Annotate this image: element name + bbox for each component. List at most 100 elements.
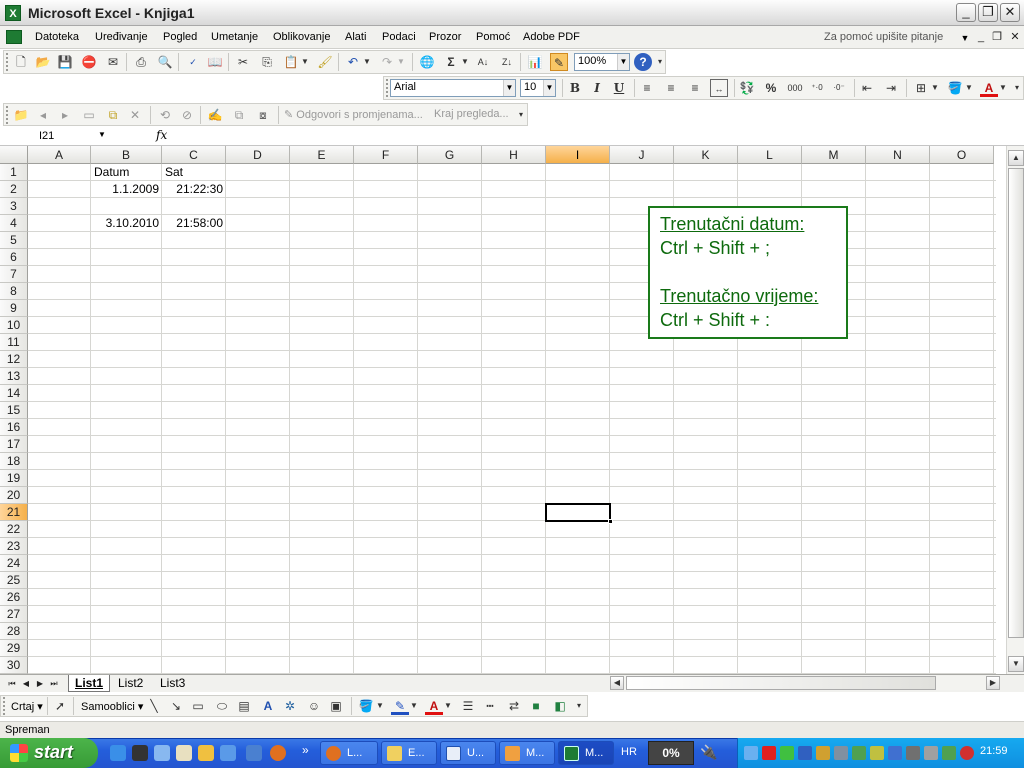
row-header-13[interactable]: 13 [0, 368, 28, 385]
shortcut-note-box[interactable]: Trenutačni datum: Ctrl + Shift + ; Trenu… [648, 206, 848, 339]
start-button[interactable]: start [0, 738, 98, 768]
previous-comment-icon[interactable]: ◂ [34, 106, 52, 124]
zoom-dropdown-icon[interactable]: ▼ [617, 54, 629, 70]
language-indicator[interactable]: HR [621, 746, 637, 758]
comma-style-button[interactable]: 000 [784, 79, 806, 97]
tray-icon-9[interactable] [906, 746, 920, 760]
undo-icon[interactable]: ↶ [344, 53, 362, 71]
column-header-j[interactable]: J [610, 146, 674, 164]
align-left-icon[interactable]: ≡ [638, 79, 656, 97]
cell-b2[interactable]: 1.1.2009 [91, 181, 162, 198]
menu-pomoc[interactable]: Pomoć [476, 31, 510, 43]
name-box-dropdown-icon[interactable]: ▼ [98, 130, 106, 139]
font-size-dropdown-icon[interactable]: ▼ [543, 80, 555, 96]
drawing-toggle-icon[interactable]: ✎ [550, 53, 568, 71]
column-header-c[interactable]: C [162, 146, 226, 164]
show-comment-icon[interactable]: ▭ [80, 106, 98, 124]
menu-umetanje[interactable]: Umetanje [211, 31, 258, 43]
help-question-input[interactable]: Za pomoć upišite pitanje [822, 29, 972, 47]
percent-style-button[interactable]: % [762, 79, 780, 97]
task-firefox[interactable]: L... [320, 741, 378, 765]
tray-icon-7[interactable] [870, 746, 884, 760]
diagram-icon[interactable]: ✲ [281, 697, 299, 715]
update-file-icon[interactable]: ⧉ [230, 106, 248, 124]
font-name-select[interactable]: Arial ▼ [390, 79, 516, 97]
shadow-style-icon[interactable]: ■ [527, 697, 545, 715]
draw-fill-arrow-icon[interactable]: ▼ [375, 697, 385, 715]
new-document-icon[interactable]: 🗋 [12, 53, 30, 71]
font-dropdown-icon[interactable]: ▼ [503, 80, 515, 96]
row-header-29[interactable]: 29 [0, 640, 28, 657]
bold-button[interactable]: B [566, 79, 584, 97]
print-icon[interactable]: ⎙ [132, 53, 150, 71]
increase-decimal-icon[interactable]: ⁺·0 [808, 79, 826, 97]
autosum-icon[interactable]: Σ [442, 53, 460, 71]
font-color-arrow-icon[interactable]: ▼ [998, 79, 1008, 97]
track-changes-icon[interactable]: ⟲ [156, 106, 174, 124]
row-header-18[interactable]: 18 [0, 453, 28, 470]
toolbar-options-icon[interactable]: ▾ [574, 697, 584, 715]
line-icon[interactable]: ╲ [145, 697, 163, 715]
help-icon[interactable]: ? [634, 53, 652, 71]
toolbar-grip[interactable] [6, 106, 9, 124]
clock-app-icon[interactable] [198, 745, 214, 761]
volume-icon[interactable] [924, 746, 938, 760]
column-header-m[interactable]: M [802, 146, 866, 164]
cell-b4[interactable]: 3.10.2010 [91, 215, 162, 232]
currency-icon[interactable]: 💱 [738, 79, 756, 97]
draw-font-color-arrow-icon[interactable]: ▼ [443, 697, 453, 715]
outlook-icon[interactable] [176, 745, 192, 761]
excel-app-icon[interactable]: X [5, 5, 21, 21]
taskbar-clock[interactable]: 21:59 [980, 745, 1008, 757]
menu-oblikovanje[interactable]: Oblikovanje [273, 31, 330, 43]
column-header-k[interactable]: K [674, 146, 738, 164]
column-header-o[interactable]: O [930, 146, 994, 164]
network-icon[interactable] [744, 746, 758, 760]
word-tray-icon[interactable] [816, 746, 830, 760]
redo-icon[interactable]: ↷ [378, 53, 396, 71]
tool-tray-icon[interactable] [834, 746, 848, 760]
task-explorer[interactable]: E... [381, 741, 437, 765]
wordart-icon[interactable]: A [259, 697, 277, 715]
last-sheet-icon[interactable]: ⏭ [48, 678, 60, 690]
help-dropdown-arrow-icon[interactable]: ▼ [958, 29, 972, 47]
minimize-button[interactable]: _ [956, 3, 976, 22]
scroll-down-icon[interactable]: ▼ [1008, 656, 1024, 672]
row-header-1[interactable]: 1 [0, 164, 28, 181]
row-header-10[interactable]: 10 [0, 317, 28, 334]
print-preview-icon[interactable]: 🔍 [156, 53, 174, 71]
row-header-22[interactable]: 22 [0, 521, 28, 538]
align-center-icon[interactable]: ≡ [662, 79, 680, 97]
horizontal-scroll-thumb[interactable] [626, 676, 936, 690]
cell-c1[interactable]: Sat [162, 164, 226, 181]
row-header-11[interactable]: 11 [0, 334, 28, 351]
sync-tray-icon[interactable] [852, 746, 866, 760]
next-comment-icon[interactable]: ▸ [56, 106, 74, 124]
menu-pogled[interactable]: Pogled [163, 31, 197, 43]
name-box[interactable]: I21 [2, 128, 110, 145]
workbook-close-button[interactable]: ✕ [1008, 30, 1022, 44]
column-header-l[interactable]: L [738, 146, 802, 164]
font-size-select[interactable]: 10 ▼ [520, 79, 556, 97]
toolbar-options-icon[interactable]: ▾ [655, 53, 665, 71]
research-icon[interactable]: 📖 [206, 53, 224, 71]
column-header-b[interactable]: B [91, 146, 162, 164]
close-button[interactable]: ✕ [1000, 3, 1020, 22]
desktop-icon[interactable] [154, 745, 170, 761]
fill-handle[interactable] [608, 519, 613, 524]
menu-uredivanje[interactable]: Uređivanje [95, 31, 148, 43]
row-header-24[interactable]: 24 [0, 555, 28, 572]
merge-center-icon[interactable]: ↔ [710, 79, 728, 97]
row-header-3[interactable]: 3 [0, 198, 28, 215]
first-sheet-icon[interactable]: ⏮ [6, 678, 18, 690]
menu-adobe-pdf[interactable]: Adobe PDF [523, 31, 580, 43]
column-header-i[interactable]: I [546, 146, 610, 164]
line-style-icon[interactable]: ☰ [459, 697, 477, 715]
3d-style-icon[interactable]: ◧ [551, 697, 569, 715]
row-header-16[interactable]: 16 [0, 419, 28, 436]
decrease-indent-icon[interactable]: ⇤ [858, 79, 876, 97]
toolbar-options-icon[interactable]: ▾ [516, 106, 526, 124]
cell-c2[interactable]: 21:22:30 [162, 181, 226, 198]
messenger-icon[interactable] [246, 745, 262, 761]
row-header-25[interactable]: 25 [0, 572, 28, 589]
